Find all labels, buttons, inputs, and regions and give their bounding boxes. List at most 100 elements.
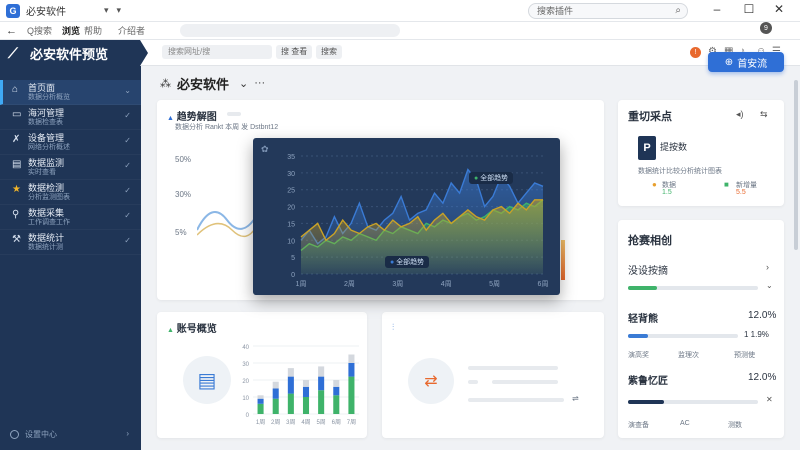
filter-1[interactable]: 演高奖 [628,350,649,360]
right-bottom-card: 抢赛相创 没设按摘 › ⌄ 轻背熊 12.0% 1 1.9% 演高奖 监理次 预… [618,220,784,438]
sidebar-item-manage[interactable]: ▭ 海河管理 数据检查表 ✓ [0,105,141,130]
row2-progress [628,334,738,338]
sidebar-footer[interactable]: 设置中心 [10,429,57,440]
share-icon[interactable]: ⇆ [760,109,768,120]
close-small-icon[interactable]: ✕ [766,395,773,404]
row3-percent: 12.0% [748,372,777,383]
y-tick-label: 0 [291,272,295,279]
sidebar-item-sub: 网络分析概述 [28,144,70,151]
bar-y-tick: 0 [246,413,250,419]
sidebar-item-sub: 工作调查工作 [28,219,70,226]
bar-segment [318,390,325,414]
more-options-icon[interactable]: ⌄ [239,77,248,90]
bar-segment [348,376,355,414]
sidebar-item-label: 数据监测 [28,158,65,168]
sidebar-item-monitor[interactable]: ▤ 数据监测 实时查看 ✓ [0,155,141,180]
bar-y-tick: 10 [242,396,249,402]
check-icon: ✓ [124,161,131,170]
sidebar-item-collect[interactable]: ⚲ 数据采集 工作调查工作 ✓ [0,205,141,230]
y-tick-label: 30 [287,171,295,178]
sidebar-footer-label: 设置中心 [25,430,57,439]
x-tick-label: 1周 [296,280,307,288]
chevron-right-icon[interactable]: › [126,429,129,438]
series-dot-icon: ● [390,259,395,266]
x-tick-label: 5周 [489,280,500,288]
filter2-3[interactable]: 测数 [728,420,742,430]
bar-segment [302,386,310,397]
filter-3[interactable]: 预测使 [734,350,755,360]
primary-button-icon: ⊕ [724,56,734,68]
maximize-icon[interactable]: ☐ [740,2,758,16]
app-header: ⟋ 必安软件预览 搜索网址/搜 搜 查看 搜索 ! ⚙ ▦ ♪ ☺ ☰ [0,40,800,66]
filter2-2[interactable]: AC [680,420,690,427]
bar-x-tick: 5周 [316,419,325,426]
x-tick-label: 3周 [392,280,403,288]
app-logo-icon: G [6,3,20,18]
nav-tab-search[interactable]: Q搜索 [27,24,52,37]
nav-tab-help[interactable]: 帮助 [84,24,102,37]
row1-label[interactable]: 没设按摘 [628,262,668,277]
legend-label: 全部趋势 [480,175,509,182]
row2-label: 轻背熊 [628,314,658,325]
ellipsis-icon[interactable]: ··· [254,77,265,89]
check-icon: ✓ [124,136,131,145]
star-icon: ★ [12,184,21,195]
y-tick-label: 50% [175,155,192,164]
filter-2[interactable]: 监理次 [678,350,699,360]
back-arrow-icon[interactable]: ← [6,25,17,37]
browser-search-placeholder: 搜索插件 [537,6,574,16]
header-view-button[interactable]: 搜 查看 [276,45,313,59]
row3-progress [628,400,758,404]
header-search-button[interactable]: 搜索 [316,45,342,59]
nav-tab-browse[interactable]: 浏览 [62,24,80,37]
check-icon: ✓ [124,186,131,195]
speaker-icon[interactable]: ◂) [736,109,744,120]
sidebar-item-home[interactable]: ⌂ 首页面 数据分析概览 ⌄ [0,80,141,105]
triangle-icon: ▲ [167,327,174,334]
close-icon[interactable]: ✕ [770,2,788,16]
bar-x-tick: 3周 [286,419,295,426]
series-badge: ● 全部趋势 [385,256,430,268]
chevron-down-icon[interactable]: ⌄ [766,281,773,290]
bar-x-tick: 7周 [347,419,356,426]
chevron-right-icon[interactable]: › [766,262,769,272]
tab-dropdown-icon-2[interactable]: ▾ [117,5,122,16]
home-icon: ⌂ [12,84,19,95]
sidebar-item-detect[interactable]: ★ 数据检测 分析监测图表 ✓ [0,180,141,205]
trend-card-subtitle: 数据分析 Rankt 本周 发 Dstbnt12 [175,124,279,131]
address-bar[interactable] [180,24,400,37]
bar-segment [287,376,294,394]
account-bar-chart: 0 10 20 30 40 1周 2周 3周 4周 5周 6周 7周 [242,345,359,426]
header-search-input[interactable]: 搜索网址/搜 [162,45,272,59]
check-icon: ✓ [124,236,131,245]
check-icon: ✓ [124,111,131,120]
bar-segment [333,386,340,396]
tab-title[interactable]: 必安软件 [26,3,96,18]
user-avatar[interactable]: 9 [760,22,772,34]
scrollbar-thumb[interactable] [794,80,798,250]
sidebar-item-sub: 分析监测图表 [28,194,70,201]
settings-circle-icon [10,430,19,439]
y-tick-label: 15 [287,221,295,228]
y-tick-label: 10 [287,238,295,245]
tab-dropdown-icon[interactable]: ▾ [104,5,109,16]
stat1-value: 1.5 [662,189,672,196]
sidebar-item-stats[interactable]: ⚒ 数据统计 数据统计测 ✓ [0,230,141,255]
sidebar-item-sub: 数据分析概览 [28,94,70,101]
filter2-1[interactable]: 演查备 [628,420,649,430]
nav-tab-intro[interactable]: 介绍者 [118,24,145,37]
x-tick-label: 2周 [344,280,355,288]
account-card: ▲ 账号概览 ▤ 0 10 20 30 40 1周 2周 3周 4周 5周 6周 7周 [157,312,367,438]
minimize-icon[interactable]: – [708,2,726,16]
right-top-card: 重切采点 ◂) ⇆ P 提按数 数据统计比较分析统计图表 ● 数据 1.5 ■ … [618,100,784,206]
stat2-value: 5.5 [736,189,746,196]
monitor-icon: ▭ [12,109,22,120]
sidebar-item-devices[interactable]: ✗ 设备管理 网络分析概述 ✓ [0,130,141,155]
bar-segment [272,381,279,389]
bar-y-tick: 20 [242,379,249,385]
notification-badge[interactable]: ! [690,47,701,58]
trend-line-chart: 0 5 10 15 20 25 30 35 1周 2周 3周 4周 5周 6周 [287,154,548,288]
primary-action-button[interactable]: ⊕ 首安流 [708,52,784,72]
right-top-title: 重切采点 [628,111,672,123]
browser-search-input[interactable]: 搜索插件 ⌕ [528,3,688,19]
